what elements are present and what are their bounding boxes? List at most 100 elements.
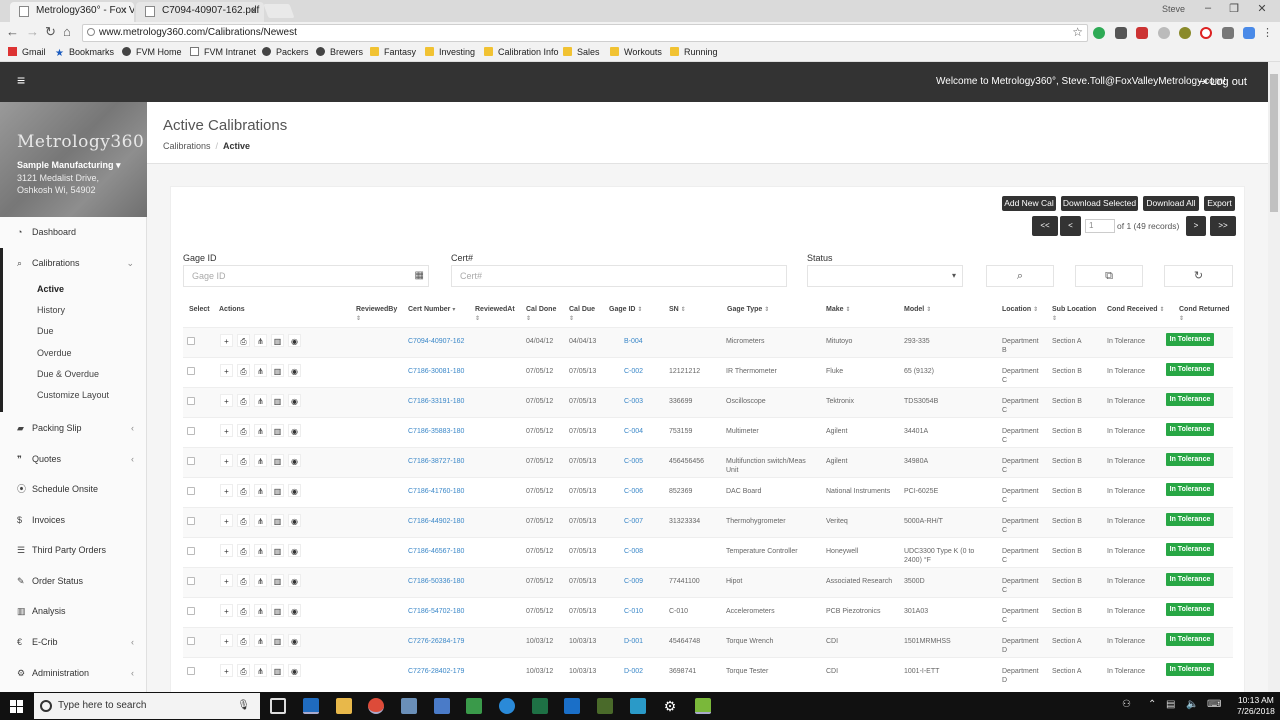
plus-icon[interactable]: + bbox=[220, 574, 233, 587]
bookmark-workouts[interactable]: Workouts bbox=[610, 46, 662, 59]
cert-number-link[interactable]: C7186-33191-180 bbox=[408, 397, 464, 406]
network-icon[interactable]: ▤ bbox=[1166, 699, 1175, 710]
cert-number-link[interactable]: C7094-40907-162 bbox=[408, 337, 464, 346]
forward-icon[interactable]: → bbox=[26, 24, 39, 39]
sitemap-icon[interactable]: ⋔ bbox=[254, 484, 267, 497]
row-select-checkbox[interactable] bbox=[187, 337, 195, 345]
print-icon[interactable]: ⎙ bbox=[237, 454, 250, 467]
col-cond-received[interactable]: Cond Received ⇕ bbox=[1107, 305, 1165, 315]
bar-chart-icon[interactable]: ▥ bbox=[271, 604, 284, 617]
add-new-cal-button[interactable]: Add New Cal bbox=[1002, 196, 1056, 211]
sitemap-icon[interactable]: ⋔ bbox=[254, 664, 267, 677]
plus-icon[interactable]: + bbox=[220, 334, 233, 347]
logout-button[interactable]: ⇥ Log out bbox=[1198, 75, 1247, 88]
app-icon[interactable] bbox=[434, 698, 450, 714]
maximize-icon[interactable]: ❐ bbox=[1224, 2, 1244, 18]
sitemap-icon[interactable]: ⋔ bbox=[254, 634, 267, 647]
search-button[interactable]: ⌕ bbox=[986, 265, 1054, 287]
bar-chart-icon[interactable]: ▥ bbox=[271, 664, 284, 677]
bookmark-calibration-info[interactable]: Calibration Info bbox=[484, 46, 559, 59]
bar-chart-icon[interactable]: ▥ bbox=[271, 424, 284, 437]
extension-icon[interactable] bbox=[1222, 27, 1234, 39]
print-icon[interactable]: ⎙ bbox=[237, 634, 250, 647]
sitemap-icon[interactable]: ⋔ bbox=[254, 364, 267, 377]
sitemap-icon[interactable]: ⋔ bbox=[254, 394, 267, 407]
row-select-checkbox[interactable] bbox=[187, 457, 195, 465]
gage-id-link[interactable]: C-009 bbox=[624, 577, 643, 586]
eye-icon[interactable]: ◉ bbox=[288, 664, 301, 677]
eye-icon[interactable]: ◉ bbox=[288, 544, 301, 557]
sitemap-icon[interactable]: ⋔ bbox=[254, 574, 267, 587]
windows-start-icon[interactable] bbox=[10, 700, 23, 713]
browser-menu-icon[interactable]: ⋮ bbox=[1262, 27, 1274, 39]
bar-chart-icon[interactable]: ▥ bbox=[271, 484, 284, 497]
app-icon[interactable] bbox=[597, 698, 613, 714]
browser-tab-pdf[interactable]: C7094-40907-162.pdf × bbox=[136, 2, 264, 22]
plus-icon[interactable]: + bbox=[220, 544, 233, 557]
plus-icon[interactable]: + bbox=[220, 484, 233, 497]
sidebar-item-packing-slip[interactable]: ▰ Packing Slip ‹ bbox=[0, 417, 146, 439]
gage-id-link[interactable]: C-003 bbox=[624, 397, 643, 406]
gage-id-link[interactable]: C-006 bbox=[624, 487, 643, 496]
sidebar-item-third-party-orders[interactable]: ☰ Third Party Orders bbox=[0, 539, 146, 561]
gage-id-link[interactable]: C-008 bbox=[624, 547, 643, 556]
bar-chart-icon[interactable]: ▥ bbox=[271, 394, 284, 407]
plus-icon[interactable]: + bbox=[220, 424, 233, 437]
download-selected-button[interactable]: Download Selected bbox=[1061, 196, 1138, 211]
gage-id-link[interactable]: D-002 bbox=[624, 667, 643, 676]
bar-chart-icon[interactable]: ▥ bbox=[271, 574, 284, 587]
sidebar-subitem-history[interactable]: History bbox=[0, 300, 146, 320]
skype-icon[interactable] bbox=[499, 698, 515, 714]
print-icon[interactable]: ⎙ bbox=[237, 394, 250, 407]
bar-chart-icon[interactable]: ▥ bbox=[271, 544, 284, 557]
sidebar-item-order-status[interactable]: ✎ Order Status bbox=[0, 570, 146, 592]
bookmark-running[interactable]: Running bbox=[670, 46, 718, 59]
row-select-checkbox[interactable] bbox=[187, 487, 195, 495]
bookmark-sales[interactable]: Sales bbox=[563, 46, 600, 59]
gage-id-link[interactable]: D-001 bbox=[624, 637, 643, 646]
next-page-button[interactable]: > bbox=[1186, 216, 1206, 236]
extension-icon[interactable] bbox=[1115, 27, 1127, 39]
app-icon[interactable] bbox=[695, 698, 711, 714]
extension-icon[interactable] bbox=[1179, 27, 1191, 39]
row-select-checkbox[interactable] bbox=[187, 367, 195, 375]
reload-icon[interactable]: ↻ bbox=[45, 24, 56, 40]
sidebar-item-dashboard[interactable]: ◔ Dashboard bbox=[0, 221, 146, 243]
opera-extension-icon[interactable] bbox=[1200, 27, 1212, 39]
col-cond-returned[interactable]: Cond Returned ⇕ bbox=[1179, 305, 1230, 324]
col-reviewed-at[interactable]: ReviewedAt ⇕ bbox=[475, 305, 515, 324]
row-select-checkbox[interactable] bbox=[187, 517, 195, 525]
sidebar-item-analysis[interactable]: ▥ Analysis bbox=[0, 600, 146, 622]
cert-number-link[interactable]: C7276-28402-179 bbox=[408, 667, 464, 676]
col-sub-location[interactable]: Sub Location ⇕ bbox=[1052, 305, 1096, 324]
eye-icon[interactable]: ◉ bbox=[288, 334, 301, 347]
print-icon[interactable]: ⎙ bbox=[237, 544, 250, 557]
refresh-button[interactable]: ↻ bbox=[1164, 265, 1233, 287]
bar-chart-icon[interactable]: ▥ bbox=[271, 514, 284, 527]
sitemap-icon[interactable]: ⋔ bbox=[254, 544, 267, 557]
hamburger-menu-icon[interactable]: ≡ bbox=[17, 72, 25, 88]
eye-icon[interactable]: ◉ bbox=[288, 514, 301, 527]
cert-number-link[interactable]: C7186-46567-180 bbox=[408, 547, 464, 556]
advanced-search-button[interactable]: ⧉ bbox=[1075, 265, 1143, 287]
home-icon[interactable]: ⌂ bbox=[63, 24, 71, 39]
eye-icon[interactable]: ◉ bbox=[288, 634, 301, 647]
breadcrumb-calibrations[interactable]: Calibrations bbox=[163, 141, 211, 151]
print-icon[interactable]: ⎙ bbox=[237, 514, 250, 527]
bookmark-star-icon[interactable]: ☆ bbox=[1072, 24, 1083, 40]
bookmark-packers[interactable]: Packers bbox=[262, 46, 309, 59]
sidebar-subitem-overdue[interactable]: Overdue bbox=[0, 343, 146, 363]
sidebar-subitem-due[interactable]: Due bbox=[0, 321, 146, 341]
status-select[interactable]: ▾ bbox=[807, 265, 963, 287]
app-icon[interactable] bbox=[401, 698, 417, 714]
print-icon[interactable]: ⎙ bbox=[237, 424, 250, 437]
eye-icon[interactable]: ◉ bbox=[288, 574, 301, 587]
gage-id-link[interactable]: C-002 bbox=[624, 367, 643, 376]
sidebar-item-schedule-onsite[interactable]: ⦿ Schedule Onsite bbox=[0, 478, 146, 500]
taskbar-clock[interactable]: 10:13 AM 7/26/2018 bbox=[1237, 695, 1275, 717]
print-icon[interactable]: ⎙ bbox=[237, 364, 250, 377]
extension-icon[interactable] bbox=[1093, 27, 1105, 39]
file-explorer-icon[interactable] bbox=[336, 698, 352, 714]
plus-icon[interactable]: + bbox=[220, 634, 233, 647]
col-cal-due[interactable]: Cal Due ⇕ bbox=[569, 305, 595, 324]
